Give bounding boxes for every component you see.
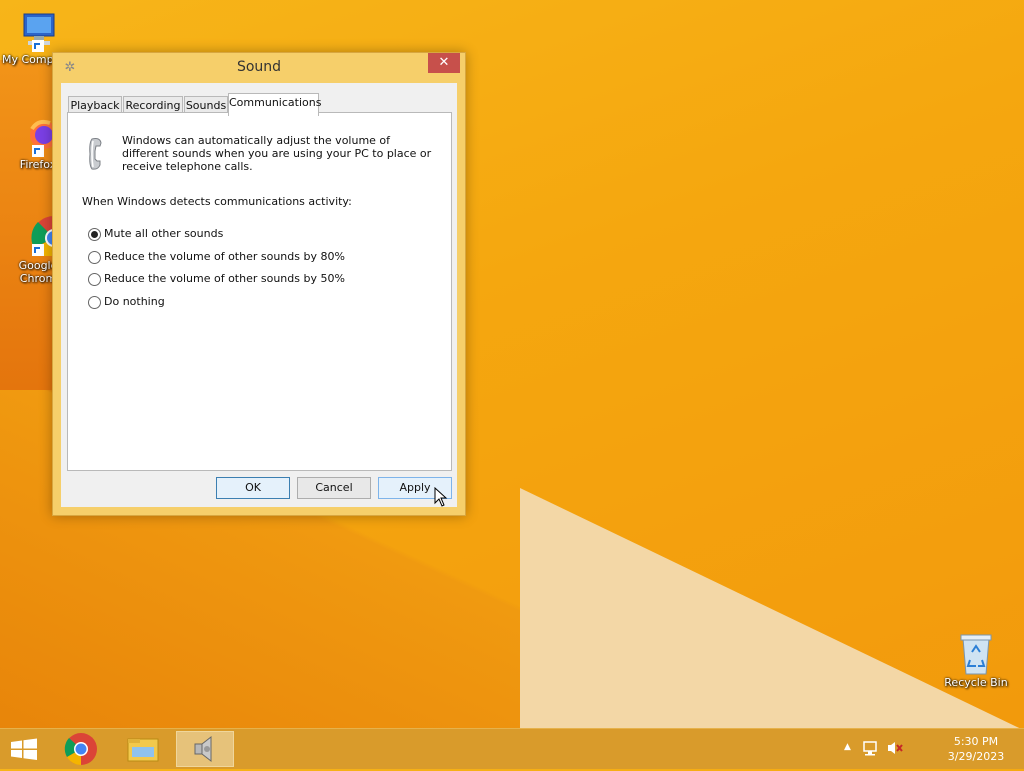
taskbar: ▲ 5:30 PM 3/29/2023 — [0, 728, 1024, 769]
desktop-icon-recycle-bin[interactable]: Recycle Bin — [936, 630, 1016, 689]
radio-selected-dot — [91, 231, 98, 238]
ok-button[interactable]: OK — [216, 477, 290, 499]
telephone-icon — [88, 137, 104, 171]
radio-button[interactable] — [88, 273, 101, 286]
mouse-cursor-icon — [434, 486, 448, 507]
speaker-icon — [194, 735, 212, 763]
wallpaper-shape — [520, 488, 1024, 728]
system-tray: ▲ — [844, 729, 914, 769]
file-explorer-icon — [127, 738, 159, 762]
communications-panel: Windows can automatically adjust the vol… — [67, 112, 452, 471]
radio-button[interactable] — [88, 251, 101, 264]
computer-icon — [16, 10, 60, 54]
recycle-bin-icon — [954, 630, 998, 675]
title-bar[interactable]: ✲ Sound ✕ — [53, 53, 465, 83]
taskbar-file-explorer[interactable] — [114, 731, 172, 767]
clock[interactable]: 5:30 PM 3/29/2023 — [946, 734, 1006, 764]
volume-muted-icon[interactable] — [886, 740, 904, 760]
tab-communications[interactable]: Communications — [228, 93, 321, 116]
option-label: Reduce the volume of other sounds by 50% — [104, 272, 345, 285]
window-title: Sound — [236, 59, 282, 75]
dialog-client-area: Playback Recording Sounds Communications… — [61, 83, 457, 507]
clock-time: 5:30 PM — [953, 735, 999, 748]
chrome-icon — [64, 733, 97, 766]
close-button[interactable]: ✕ — [428, 53, 460, 73]
network-icon[interactable] — [862, 740, 880, 760]
clock-date: 3/29/2023 — [947, 750, 1005, 763]
taskbar-chrome[interactable] — [52, 731, 110, 767]
option-label: Do nothing — [104, 295, 165, 308]
sound-dialog: ✲ Sound ✕ Playback Recording Sounds Comm… — [52, 52, 466, 516]
start-button[interactable] — [0, 731, 48, 767]
option-label: Reduce the volume of other sounds by 80% — [104, 250, 345, 263]
detect-label: When Windows detects communications acti… — [82, 195, 352, 208]
communications-description: Windows can automatically adjust the vol… — [122, 134, 432, 173]
show-hidden-icons-icon[interactable]: ▲ — [844, 742, 851, 752]
option-label: Mute all other sounds — [104, 227, 224, 240]
cancel-button[interactable]: Cancel — [297, 477, 371, 499]
radio-button[interactable] — [88, 228, 101, 241]
radio-button[interactable] — [88, 296, 101, 309]
taskbar-sound[interactable] — [176, 731, 234, 767]
start-icon — [11, 738, 37, 760]
